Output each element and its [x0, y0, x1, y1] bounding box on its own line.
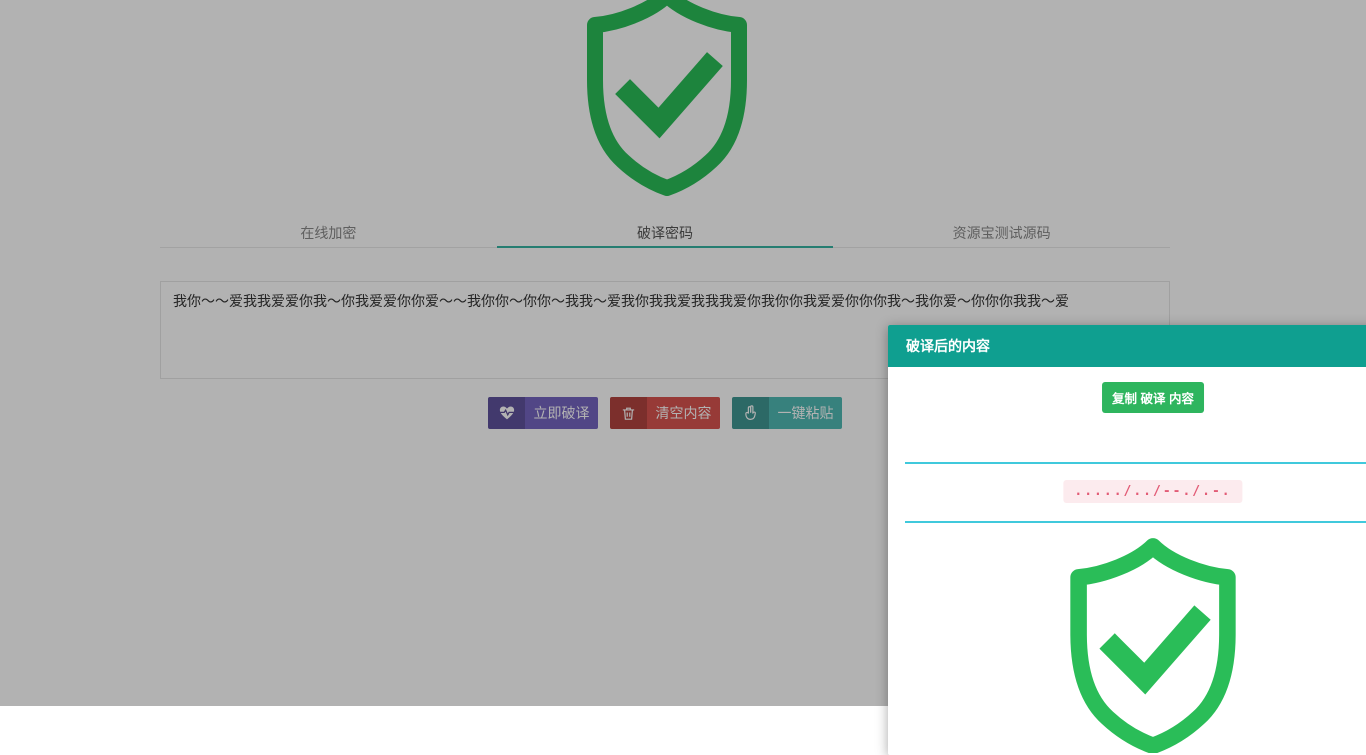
decrypted-result-text: ...../../--./.-. [1063, 480, 1242, 503]
modal-title: 破译后的内容 [888, 325, 1366, 367]
decrypt-result-modal: 破译后的内容 复制 破译 内容 ...../../--./.-. [888, 325, 1366, 755]
result-divider-top [905, 462, 1366, 464]
modal-body: 复制 破译 内容 ...../../--./.-. [888, 367, 1366, 755]
shield-check-icon [1050, 536, 1257, 753]
result-divider-bottom [905, 521, 1366, 523]
copy-result-button[interactable]: 复制 破译 内容 [1102, 382, 1204, 413]
